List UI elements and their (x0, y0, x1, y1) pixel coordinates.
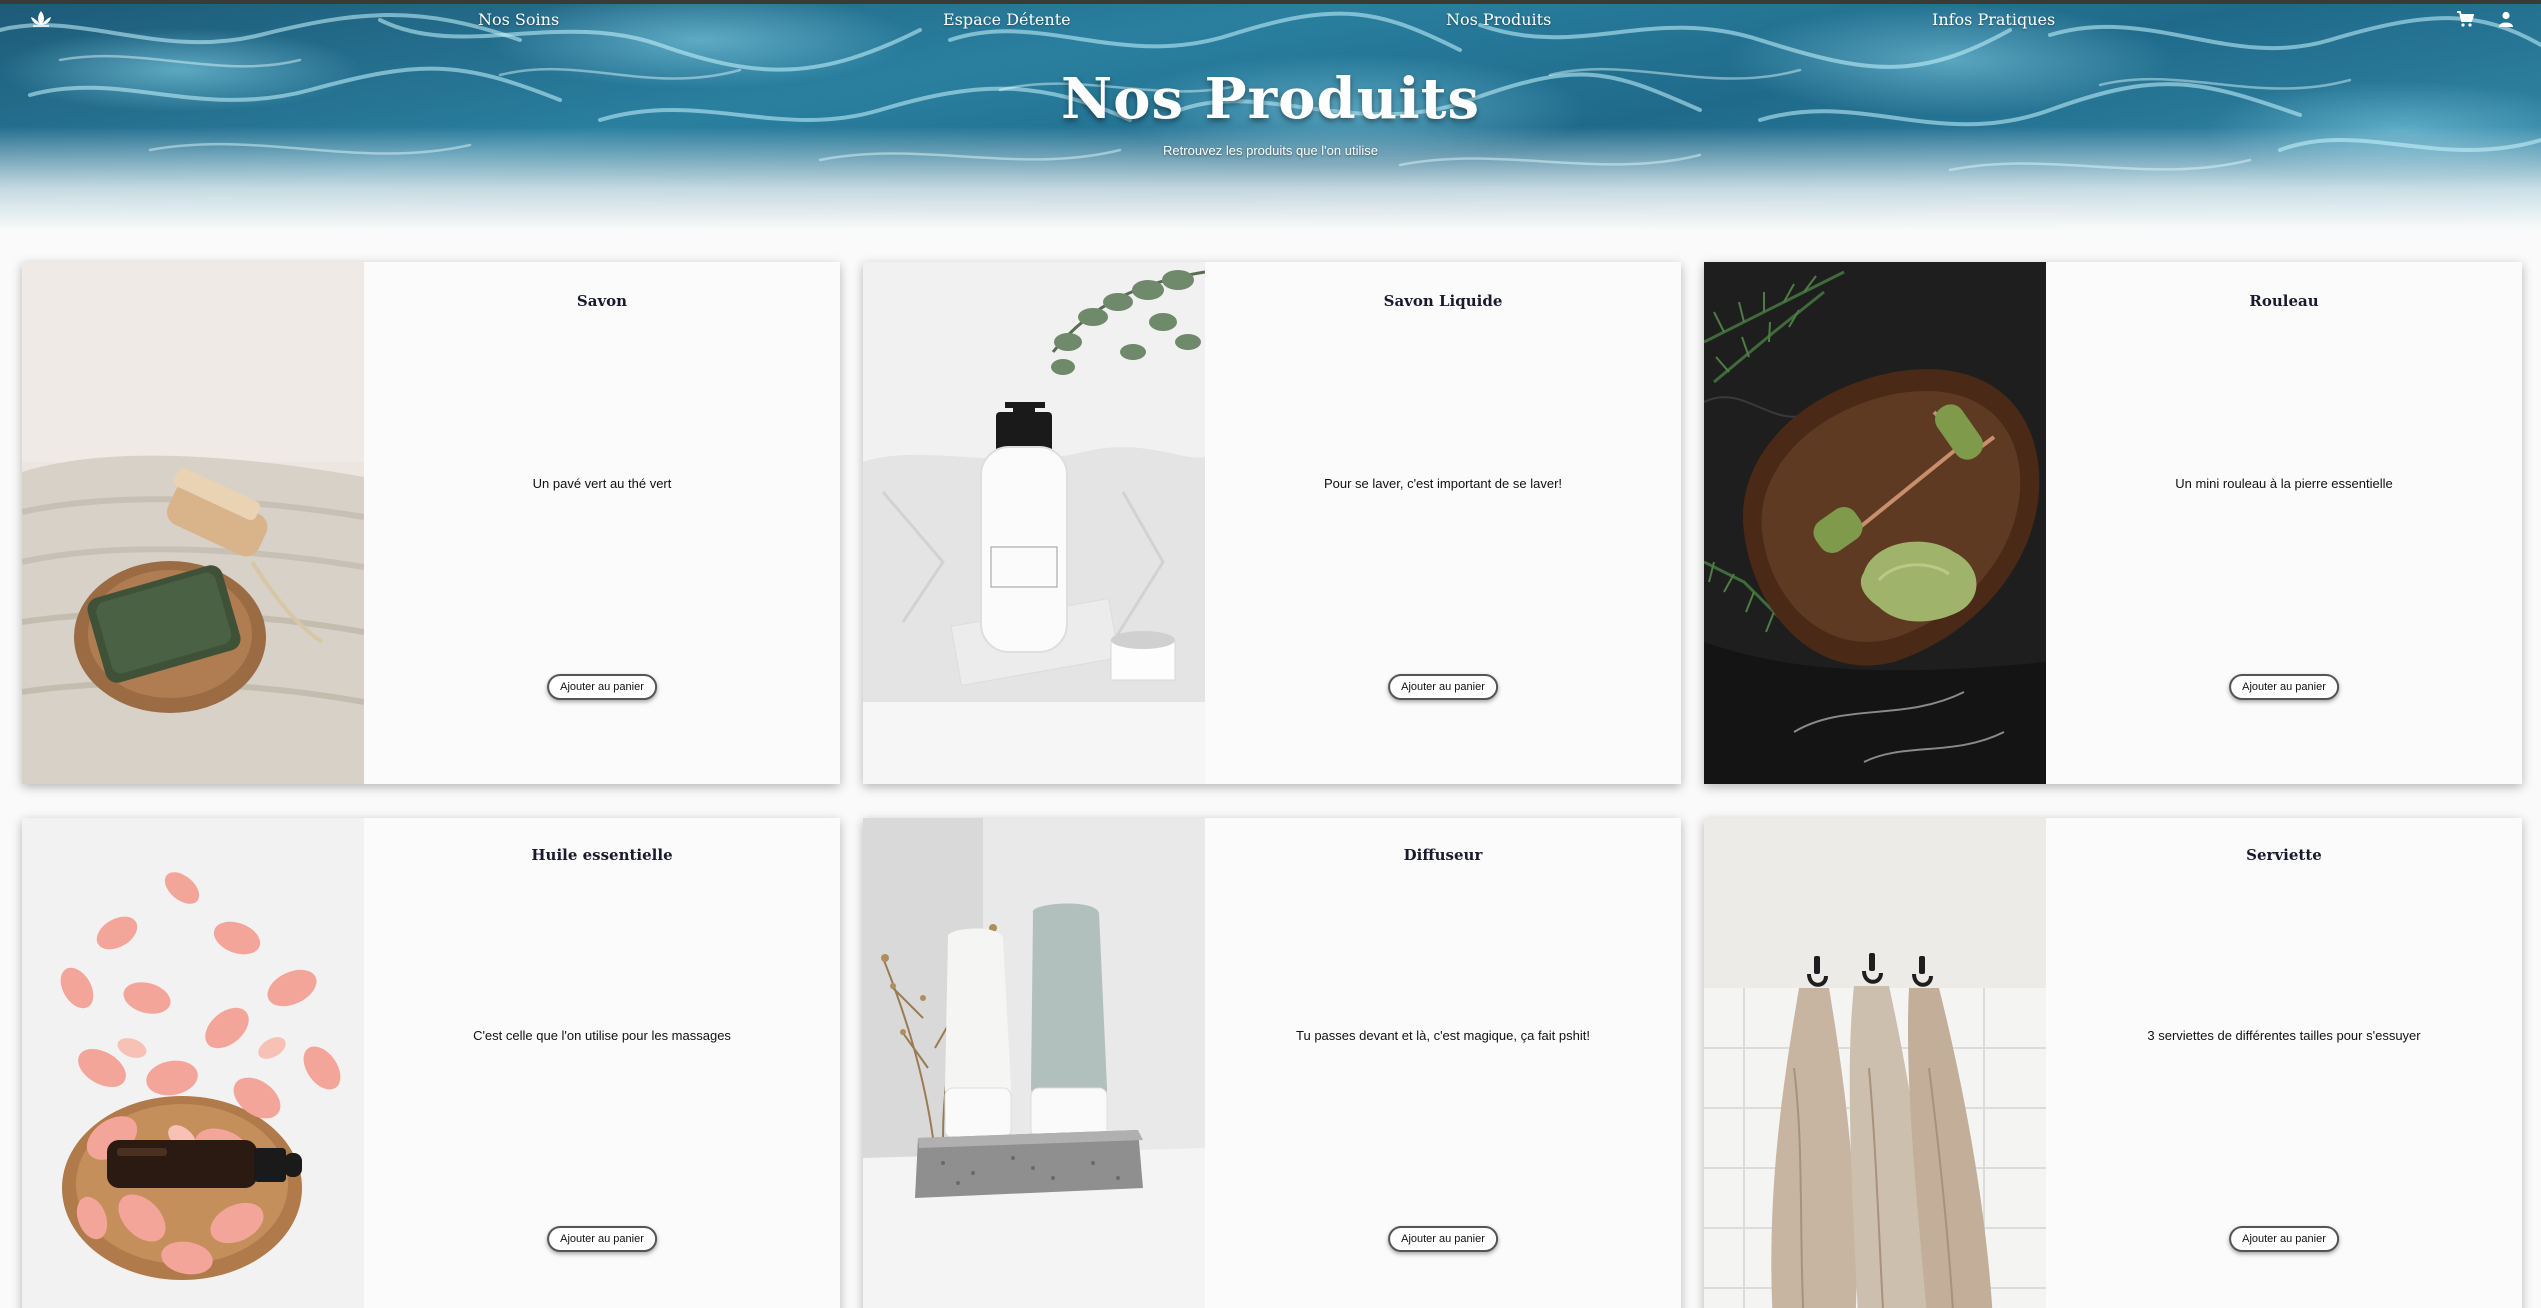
product-image-towels (1704, 818, 2046, 1308)
product-info: Serviette 3 serviettes de différentes ta… (2046, 818, 2522, 1308)
page-title: Nos Produits (1060, 66, 1481, 132)
add-to-cart-button[interactable]: Ajouter au panier (2229, 1226, 2339, 1252)
product-info: Diffuseur Tu passes devant et là, c'est … (1205, 818, 1681, 1308)
nav-link-infos-pratiques[interactable]: Infos Pratiques (1932, 10, 2055, 29)
product-card-savon-liquide: Savon Liquide Pour se laver, c'est impor… (863, 262, 1681, 784)
product-name: Savon Liquide (1383, 292, 1503, 310)
product-description: Un pavé vert au thé vert (532, 476, 672, 491)
nav-link-nos-produits[interactable]: Nos Produits (1446, 10, 1551, 29)
product-name: Diffuseur (1403, 846, 1483, 864)
product-name: Huile essentielle (531, 846, 673, 864)
product-info: Huile essentielle C'est celle que l'on u… (364, 818, 840, 1308)
lotus-icon[interactable] (28, 8, 54, 30)
product-description: 3 serviettes de différentes tailles pour… (2147, 1028, 2421, 1043)
product-description: C'est celle que l'on utilise pour les ma… (473, 1028, 731, 1043)
product-description: Pour se laver, c'est important de se lav… (1323, 476, 1563, 491)
product-description: Tu passes devant et là, c'est magique, ç… (1296, 1028, 1590, 1043)
product-name: Rouleau (2249, 292, 2319, 310)
add-to-cart-button[interactable]: Ajouter au panier (547, 1226, 657, 1252)
product-card-savon: Savon Un pavé vert au thé vert Ajouter a… (22, 262, 840, 784)
cart-icon[interactable] (2455, 9, 2475, 29)
product-name: Savon (576, 292, 628, 310)
main-navigation: Nos Soins Espace Détente Nos Produits In… (0, 0, 2541, 40)
product-image-soap (22, 262, 364, 784)
product-info: Rouleau Un mini rouleau à la pierre esse… (2046, 262, 2522, 784)
nav-link-espace-detente[interactable]: Espace Détente (943, 10, 1071, 29)
add-to-cart-button[interactable]: Ajouter au panier (2229, 674, 2339, 700)
add-to-cart-button[interactable]: Ajouter au panier (547, 674, 657, 700)
hero-banner: Nos Soins Espace Détente Nos Produits In… (0, 0, 2541, 230)
product-info: Savon Un pavé vert au thé vert Ajouter a… (364, 262, 840, 784)
product-card-diffuseur: Diffuseur Tu passes devant et là, c'est … (863, 818, 1681, 1308)
product-image-liquid-soap (863, 262, 1205, 784)
product-image-roller (1704, 262, 2046, 784)
add-to-cart-button[interactable]: Ajouter au panier (1388, 674, 1498, 700)
add-to-cart-button[interactable]: Ajouter au panier (1388, 1226, 1498, 1252)
product-image-essential-oil (22, 818, 364, 1308)
product-description: Un mini rouleau à la pierre essentielle (2175, 476, 2393, 491)
product-card-serviette: Serviette 3 serviettes de différentes ta… (1704, 818, 2522, 1308)
nav-link-nos-soins[interactable]: Nos Soins (478, 10, 559, 29)
page-subtitle: Retrouvez les produits que l'on utilise (1163, 143, 1378, 158)
product-card-huile-essentielle: Huile essentielle C'est celle que l'on u… (22, 818, 840, 1308)
user-icon[interactable] (2496, 9, 2516, 29)
product-name: Serviette (2246, 846, 2322, 864)
product-card-rouleau: Rouleau Un mini rouleau à la pierre esse… (1704, 262, 2522, 784)
product-image-diffuser (863, 818, 1205, 1308)
product-info: Savon Liquide Pour se laver, c'est impor… (1205, 262, 1681, 784)
